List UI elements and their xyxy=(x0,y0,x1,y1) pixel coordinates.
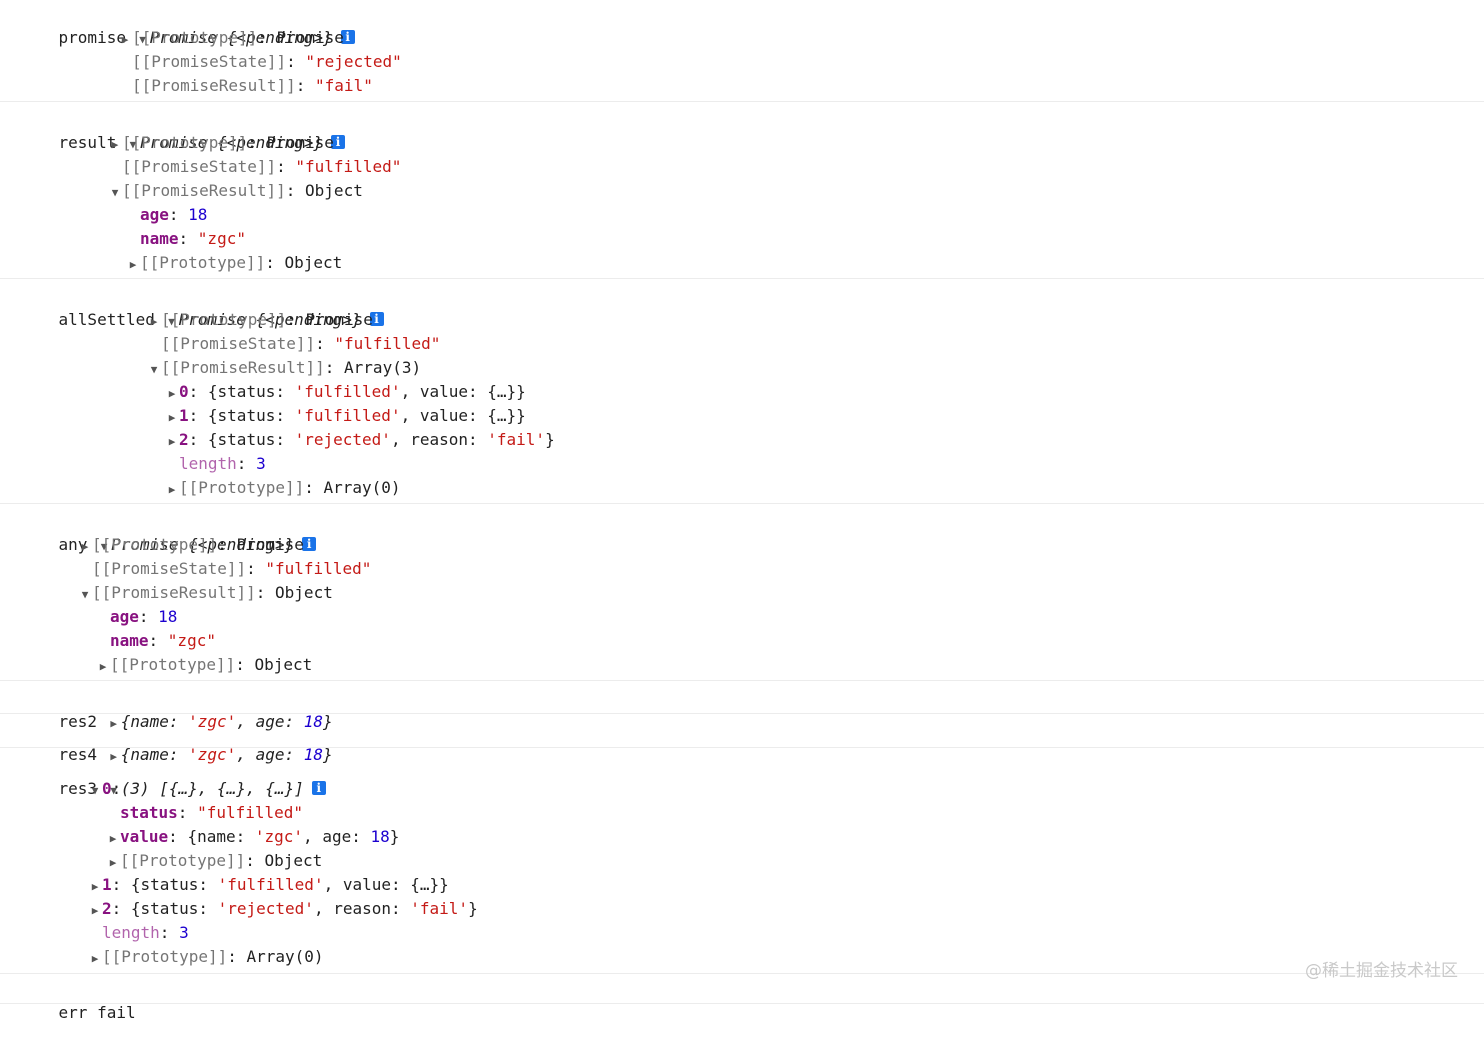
triangle-right-icon[interactable]: ▶ xyxy=(88,899,102,923)
tree-row: ▶age: 18 xyxy=(110,607,178,626)
triangle-down-icon[interactable]: ▼ xyxy=(108,181,122,205)
info-icon[interactable]: i xyxy=(302,537,317,551)
triangle-right-icon[interactable]: ▶ xyxy=(88,875,102,899)
console-entry-err: err fail xyxy=(0,974,1484,1022)
tree-row: ▶length: 3 xyxy=(102,923,189,942)
triangle-right-icon[interactable]: ▶ xyxy=(106,827,120,851)
triangle-right-icon[interactable]: ▶ xyxy=(96,655,110,679)
triangle-right-icon[interactable]: ▶ xyxy=(165,382,179,406)
tree-row[interactable]: ▼ [[PromiseResult]]: Object xyxy=(108,179,363,203)
error-message: fail xyxy=(97,1003,136,1022)
triangle-right-icon[interactable]: ▶ xyxy=(88,947,102,971)
tree-row: ▶[[PromiseState]]: "rejected" xyxy=(132,52,402,71)
triangle-down-icon[interactable]: ▼ xyxy=(78,583,92,607)
triangle-right-icon[interactable]: ▶ xyxy=(106,851,120,875)
tree-row[interactable]: ▶ 2: {status: 'rejected', reason: 'fail'} xyxy=(165,428,555,452)
console-entry-result: result ▼ Promise {<pending>} i ▶ [[Prototyp… xyxy=(0,102,1484,279)
entry-header: result ▼ Promise {<pending>} i xyxy=(20,107,346,152)
watermark: @稀土掘金技术社区 xyxy=(1305,961,1458,981)
tree-row: ▶age: 18 xyxy=(140,205,208,224)
tree-row: ▶[[PromiseResult]]: "fail" xyxy=(132,76,373,95)
array-summary[interactable]: (3) [{…}, {…}, {…}] xyxy=(121,779,304,798)
tree-row: ▶name: "zgc" xyxy=(110,631,216,650)
tree-row[interactable]: ▶ 1: {status: 'fulfilled', value: {…}} xyxy=(165,404,526,428)
info-icon[interactable]: i xyxy=(311,781,326,795)
tree-row[interactable]: ▼ 0: xyxy=(88,777,122,803)
entry-label: err xyxy=(58,1003,88,1022)
tree-row[interactable]: ▶ [[Prototype]]: Object xyxy=(96,653,313,679)
entry-label: promise xyxy=(58,28,126,47)
entry-header: allSettled ▼ Promise {<pending>} i xyxy=(20,284,384,329)
triangle-right-icon[interactable]: ▶ xyxy=(78,535,92,559)
triangle-down-icon[interactable]: ▼ xyxy=(147,358,161,382)
entry-header: res3 ▼ (3) [{…}, {…}, {…}] i xyxy=(20,753,326,798)
console-entry-allsettled: allSettled ▼ Promise {<pending>} i ▶ [[Prot… xyxy=(0,279,1484,504)
console-entry-res2: res2 ▶ {name: 'zgc', age: 18} xyxy=(0,681,1484,731)
tree-row[interactable]: ▼ [[PromiseResult]]: Object xyxy=(78,581,333,605)
triangle-right-icon[interactable]: ▶ xyxy=(108,133,122,157)
entry-header[interactable]: res4 ▶ {name: 'zgc', age: 18} xyxy=(20,719,333,764)
tree-row[interactable]: ▶ value: {name: 'zgc', age: 18} xyxy=(106,825,400,851)
triangle-right-icon[interactable]: ▶ xyxy=(165,478,179,502)
tree-row[interactable]: ▶ 0: {status: 'fulfilled', value: {…}} xyxy=(165,380,526,404)
tree-row: ▶[[PromiseState]]: "fulfilled" xyxy=(161,334,441,353)
tree-row: ▶status: "fulfilled" xyxy=(120,803,304,822)
console-entry-any: any ▼ Promise {<pending>} i ▶ [[Prototype]]… xyxy=(0,504,1484,681)
tree-row[interactable]: ▶ [[Prototype]]: Object xyxy=(126,251,343,277)
triangle-right-icon[interactable]: ▶ xyxy=(165,430,179,454)
entry-header: promise ▼ Promise {<pending>} i xyxy=(20,2,355,47)
console-entry-promise: promise ▼ Promise {<pending>} i ▶ [[Prototy… xyxy=(0,0,1484,102)
triangle-right-icon[interactable]: ▶ xyxy=(118,28,132,52)
tree-row[interactable]: ▶ [[Prototype]]: Promise xyxy=(147,308,373,332)
tree-row[interactable]: ▶ 2: {status: 'rejected', reason: 'fail'} xyxy=(88,897,478,921)
entry-header[interactable]: res2 ▶ {name: 'zgc', age: 18} xyxy=(20,686,333,731)
console-entry-res4: res4 ▶ {name: 'zgc', age: 18} xyxy=(0,714,1484,764)
tree-row[interactable]: ▶ [[Prototype]]: Object xyxy=(106,849,323,875)
triangle-right-icon[interactable]: ▶ xyxy=(147,310,161,334)
entry-header: any ▼ Promise {<pending>} i xyxy=(20,509,317,554)
entry-header: err fail xyxy=(20,977,136,1022)
tree-row: ▶[[PromiseState]]: "fulfilled" xyxy=(92,559,372,578)
tree-row: ▶[[PromiseState]]: "fulfilled" xyxy=(122,157,402,176)
triangle-right-icon[interactable]: ▶ xyxy=(165,406,179,430)
entry-label: allSettled xyxy=(58,310,155,329)
triangle-right-icon[interactable]: ▶ xyxy=(126,253,140,277)
tree-row[interactable]: ▶ 1: {status: 'fulfilled', value: {…}} xyxy=(88,873,449,897)
tree-row[interactable]: ▶ [[Prototype]]: Promise xyxy=(118,26,344,50)
tree-row[interactable]: ▼ [[PromiseResult]]: Array(3) xyxy=(147,356,421,380)
tree-row: ▶length: 3 xyxy=(179,454,266,473)
tree-row[interactable]: ▶ [[Prototype]]: Array(0) xyxy=(88,945,324,969)
tree-row[interactable]: ▶ [[Prototype]]: Promise xyxy=(78,533,304,557)
triangle-down-icon[interactable]: ▼ xyxy=(88,779,102,803)
tree-row: ▶name: "zgc" xyxy=(140,229,246,248)
console-entry-res3: res3 ▼(3) [{…}, {…}, {…}]i ▼0: ▶status: … xyxy=(0,748,1484,974)
tree-row[interactable]: ▶ [[Prototype]]: Promise xyxy=(108,131,334,155)
tree-row[interactable]: ▶ [[Prototype]]: Array(0) xyxy=(165,476,401,500)
